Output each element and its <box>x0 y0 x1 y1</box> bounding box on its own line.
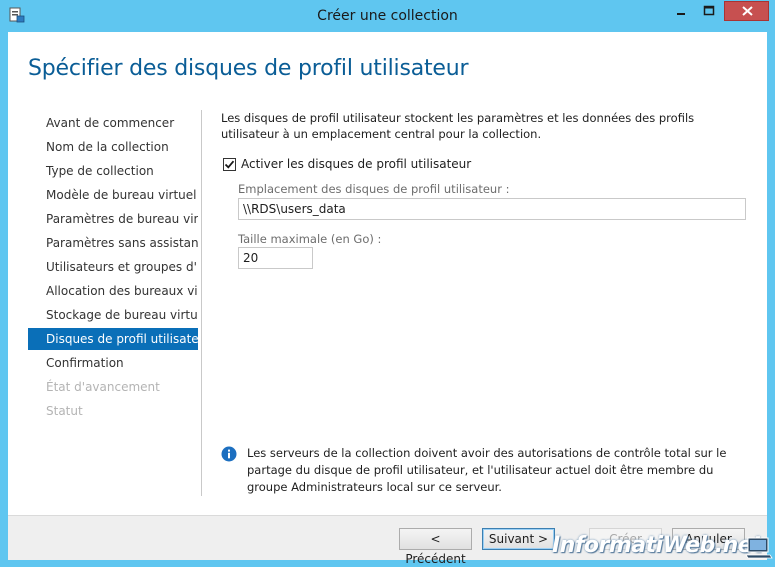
close-button[interactable] <box>724 1 769 21</box>
nav-item-confirmation[interactable]: Confirmation <box>28 352 198 374</box>
max-size-label: Taille maximale (en Go) : <box>238 232 382 246</box>
watermark-logo-icon <box>745 537 773 559</box>
nav-item-status: Statut <box>46 404 83 418</box>
maximize-button[interactable] <box>696 1 722 21</box>
watermark-text: InformatiWeb.net <box>552 533 763 558</box>
info-icon <box>221 446 237 462</box>
nav-item-virtual-desktop-template[interactable]: Modèle de bureau virtuel <box>28 184 198 206</box>
nav-item-user-profile-disks[interactable]: Disques de profil utilisateur <box>28 328 198 350</box>
nav-item-collection-name[interactable]: Nom de la collection <box>28 136 198 158</box>
location-input[interactable]: \\RDS\users_data <box>238 198 746 220</box>
nav-item-virtual-desktop-allocation[interactable]: Allocation des bureaux vir... <box>28 280 198 302</box>
nav-item-unattended-settings[interactable]: Paramètres sans assistance <box>28 232 198 254</box>
info-message: Les serveurs de la collection doivent av… <box>247 446 727 494</box>
maximize-icon <box>703 5 715 16</box>
page-title: Spécifier des disques de profil utilisat… <box>28 56 469 81</box>
nav-item-progress: État d'avancement <box>46 380 160 394</box>
max-size-input[interactable]: 20 <box>238 247 313 269</box>
nav-divider <box>201 110 202 496</box>
window-frame: Créer une collection Spécifier des disqu… <box>0 0 775 567</box>
window-title: Créer une collection <box>317 8 458 24</box>
wizard-client-area: Spécifier des disques de profil utilisat… <box>8 32 767 566</box>
minimize-button[interactable] <box>668 1 694 21</box>
nav-item-virtual-desktop-settings[interactable]: Paramètres de bureau virt... <box>28 208 198 230</box>
checkmark-icon <box>224 160 235 169</box>
nav-item-collection-type[interactable]: Type de collection <box>28 160 198 182</box>
page-description: Les disques de profil utilisateur stocke… <box>221 111 695 141</box>
close-icon <box>742 6 753 16</box>
previous-button[interactable]: < Précédent <box>399 528 472 566</box>
enable-upd-label: Activer les disques de profil utilisateu… <box>241 157 472 171</box>
nav-item-virtual-desktop-storage[interactable]: Stockage de bureau virtuel <box>28 304 198 326</box>
nav-item-users-and-groups[interactable]: Utilisateurs et groupes d'... <box>28 256 198 278</box>
minimize-icon <box>677 13 685 15</box>
nav-item-before-you-begin[interactable]: Avant de commencer <box>28 112 198 134</box>
next-button[interactable]: Suivant > <box>482 528 555 550</box>
enable-upd-checkbox[interactable] <box>223 158 236 171</box>
location-label: Emplacement des disques de profil utilis… <box>238 182 510 196</box>
title-bar[interactable]: Créer une collection <box>0 0 775 32</box>
